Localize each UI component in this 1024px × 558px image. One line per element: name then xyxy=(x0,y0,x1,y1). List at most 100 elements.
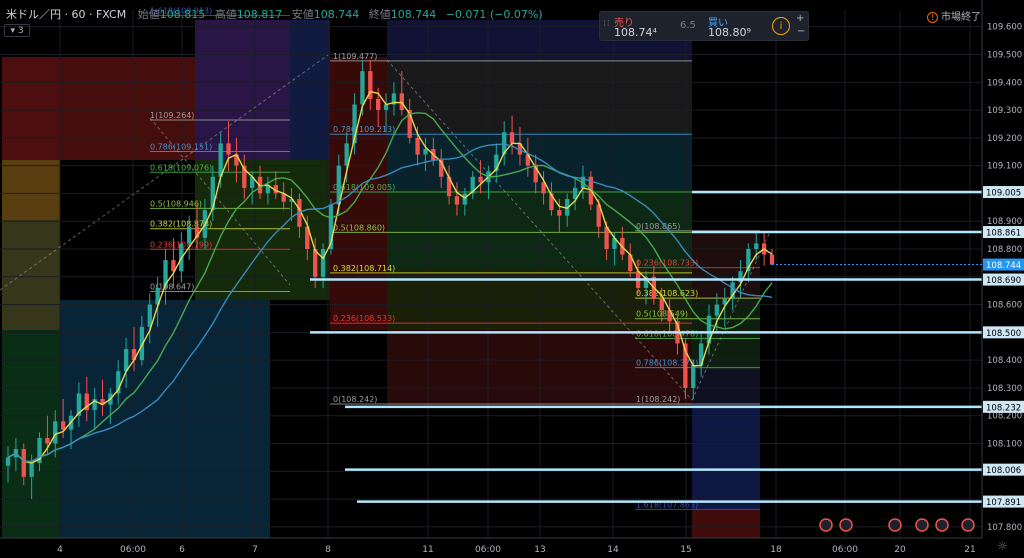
time-tick-label: 4 xyxy=(57,545,63,555)
candle-body xyxy=(320,248,326,277)
highlight-zone xyxy=(692,510,760,538)
event-flag-icon xyxy=(935,518,949,532)
trade-panel: ⁞⁞ 売り 108.74⁴ 6.5 買い 108.80⁹ i + − xyxy=(599,11,809,41)
current-price-label: 108.744 xyxy=(986,261,1021,271)
candle-body xyxy=(360,71,365,105)
sell-price[interactable]: 108.74⁴ xyxy=(614,26,657,39)
time-tick-label: 13 xyxy=(534,545,545,555)
symbol-title[interactable]: 米ドル／円 · 60 · FXCM xyxy=(6,8,126,21)
candle-body xyxy=(509,132,515,144)
quantity-minus-button[interactable]: − xyxy=(797,26,805,37)
low-label: 安値 xyxy=(291,8,314,21)
price-marker-label: 108.690 xyxy=(986,276,1021,286)
close-label: 終値 xyxy=(368,8,391,21)
candle-body xyxy=(226,143,231,155)
time-tick-label: 15 xyxy=(680,545,691,555)
price-tick-label: 108.800 xyxy=(987,245,1022,255)
price-tick-label: 107.800 xyxy=(987,523,1022,533)
candle-body xyxy=(45,437,50,444)
highlight-zone xyxy=(692,405,760,510)
candle-body xyxy=(21,449,26,477)
price-marker-label: 108.006 xyxy=(986,466,1021,476)
fib-level-label: 0.786(108.373) xyxy=(636,359,698,368)
fib-level-label: 0.786(109.151) xyxy=(150,142,212,151)
time-tick-label: 14 xyxy=(607,545,619,555)
price-tick-label: 109.400 xyxy=(987,78,1022,88)
spread-value: 6.5 xyxy=(680,20,696,31)
event-flag-icon xyxy=(961,518,975,532)
open-value: 108.815 xyxy=(159,8,206,21)
time-tick-label: 21 xyxy=(964,545,975,555)
indicators-collapse-button[interactable]: ▾ 3 xyxy=(4,24,30,37)
fib-level-label: 0.5(108.946) xyxy=(150,199,202,208)
low-value: 108.744 xyxy=(313,8,360,21)
price-tick-label: 109.300 xyxy=(987,106,1022,116)
highlight-zone xyxy=(195,20,290,160)
candle-body xyxy=(769,254,775,265)
highlight-zone xyxy=(2,330,60,538)
market-status-label: 市場終了 xyxy=(941,12,981,23)
candle-body xyxy=(383,104,389,111)
event-flag-icon xyxy=(888,518,902,532)
open-label: 始値 xyxy=(137,8,160,21)
fib-level-label: 1(109.264) xyxy=(150,111,194,120)
candle-body xyxy=(186,226,192,244)
candle-body xyxy=(659,299,664,311)
high-value: 108.817 xyxy=(236,8,283,21)
highlight-zone xyxy=(290,20,330,160)
fib-level-label: 0.618(108.478) xyxy=(636,329,698,338)
candle-body xyxy=(376,98,381,111)
event-flag-icon xyxy=(839,518,853,532)
time-tick-label: 11 xyxy=(422,545,433,555)
highlight-zone xyxy=(2,160,60,220)
price-tick-label: 108.600 xyxy=(987,301,1022,311)
fib-level-label: 0.236(108.733) xyxy=(636,259,698,268)
fib-level-label: 1(109.477) xyxy=(333,52,377,61)
price-tick-label: 109.600 xyxy=(987,23,1022,33)
candle-body xyxy=(478,176,483,183)
candle-body xyxy=(714,304,720,316)
time-tick-label: 06:00 xyxy=(475,545,501,555)
time-tick-label: 06:00 xyxy=(832,545,858,555)
price-tick-label: 108.300 xyxy=(987,384,1022,394)
candle-body xyxy=(53,421,58,444)
candle-body xyxy=(423,148,428,155)
candle-body xyxy=(557,210,562,216)
market-status: ! 市場終了 xyxy=(927,8,981,23)
clock-icon: ! xyxy=(927,12,938,23)
price-chart[interactable]: 1(109.264) 0.786(109.151) 0.618(109.076) 0.… xyxy=(0,0,1024,558)
settings-gear-icon[interactable]: ☼ xyxy=(997,539,1008,553)
fib-level-label: 0.236(108.533) xyxy=(333,314,395,323)
price-tick-label: 108.400 xyxy=(987,356,1022,366)
highlight-zone xyxy=(195,160,330,300)
price-tick-label: 109.500 xyxy=(987,50,1022,60)
highlight-zone xyxy=(2,220,60,330)
time-tick-label: 6 xyxy=(179,545,185,555)
candle-body xyxy=(754,243,759,249)
drag-handle-icon[interactable]: ⁞⁞ xyxy=(603,19,611,29)
fib-level-label: 0.382(108.714) xyxy=(333,264,395,273)
price-marker-label: 109.005 xyxy=(986,189,1021,199)
candle-body xyxy=(691,365,696,388)
time-tick-label: 20 xyxy=(894,545,906,555)
price-marker-label: 108.861 xyxy=(986,229,1021,239)
candle-body xyxy=(399,93,404,111)
buy-price[interactable]: 108.80⁹ xyxy=(708,26,751,39)
time-tick-label: 7 xyxy=(252,545,258,555)
chart-legend-header: 米ドル／円 · 60 · FXCM 始値108.815 高値108.817 安値… xyxy=(6,6,543,22)
time-tick-label: 8 xyxy=(325,545,331,555)
price-marker-label: 108.232 xyxy=(986,403,1021,413)
price-marker-label: 108.500 xyxy=(986,329,1021,339)
high-label: 高値 xyxy=(214,8,237,21)
close-value: 108.744 xyxy=(390,8,437,21)
info-icon[interactable]: i xyxy=(772,17,790,35)
fib-level-label: 0.618(109.076) xyxy=(150,163,212,172)
fib-level-label: 0.5(108.860) xyxy=(333,223,385,232)
candle-body xyxy=(29,462,34,477)
candle-body xyxy=(415,137,420,155)
fib-level-label: 0(108.242) xyxy=(333,395,377,404)
price-marker-label: 107.891 xyxy=(986,498,1021,508)
quantity-plus-button[interactable]: + xyxy=(796,13,804,24)
fib-level-label: 0(108.865) xyxy=(636,222,680,231)
candle-body xyxy=(5,457,11,466)
